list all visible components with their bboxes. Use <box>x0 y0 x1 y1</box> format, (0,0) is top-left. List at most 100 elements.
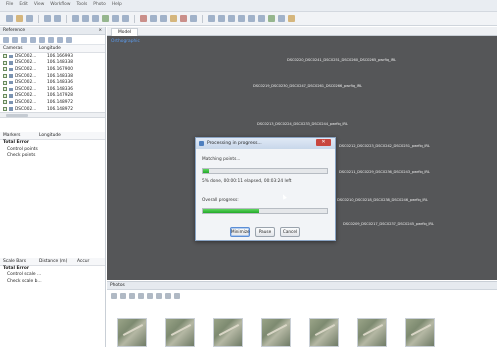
pause-button[interactable]: Pause <box>255 227 275 237</box>
table-row[interactable]: DSC002... 106.148338 <box>0 73 105 80</box>
filter-icon[interactable] <box>165 293 171 299</box>
camera-label[interactable]: DSC0212_DSC0223_DSC0242_DSC0251_pwrfiq_I… <box>339 144 430 148</box>
solid-icon[interactable] <box>248 15 255 22</box>
model-tab-bar: Model <box>107 27 497 36</box>
crop-icon[interactable] <box>140 15 147 22</box>
checkbox[interactable] <box>3 54 7 59</box>
checkbox[interactable] <box>3 107 7 112</box>
circle-select-icon[interactable] <box>92 15 99 22</box>
column-longitude[interactable]: Longitude <box>36 46 61 51</box>
column-cameras[interactable]: Cameras <box>0 46 36 51</box>
rotate-left-icon[interactable] <box>138 293 144 299</box>
add-photo-icon[interactable] <box>111 293 117 299</box>
photo-thumbnail[interactable] <box>261 318 291 347</box>
column-markers[interactable]: Markers <box>0 133 36 138</box>
remove-icon[interactable] <box>129 293 135 299</box>
camera-label[interactable]: DSC0210_DSC0218_DSC0238_DSC0246_pwrfiq_I… <box>337 198 428 202</box>
checkbox[interactable] <box>3 87 7 92</box>
view-source-icon[interactable] <box>48 36 54 43</box>
list-item[interactable]: Check points <box>0 153 105 160</box>
menu-photo[interactable]: Photo <box>93 2 106 7</box>
toolbar-divider <box>134 14 135 23</box>
photo-thumbnail[interactable] <box>357 318 387 347</box>
open-icon[interactable] <box>16 15 23 22</box>
checkbox[interactable] <box>3 100 7 105</box>
menu-file[interactable]: File <box>6 2 13 7</box>
select-icon[interactable] <box>72 15 79 22</box>
camera-label[interactable]: DSC0209_DSC0217_DSC0237_DSC0245_pwrfiq_I… <box>343 222 434 226</box>
export-icon[interactable] <box>12 36 18 43</box>
menu-edit[interactable]: Edit <box>19 2 28 7</box>
horizontal-scrollbar[interactable] <box>0 112 105 119</box>
column-accuracy[interactable]: Accur <box>74 259 89 264</box>
convert-icon[interactable] <box>21 36 27 43</box>
textured-icon[interactable] <box>258 15 265 22</box>
cameras-icon[interactable] <box>268 15 275 22</box>
checkbox[interactable] <box>3 60 7 65</box>
table-row[interactable]: DSC002... 106.147928 <box>0 93 105 100</box>
save-icon[interactable] <box>26 15 33 22</box>
column-longitude[interactable]: Longitude <box>36 133 61 138</box>
rotate-icon[interactable] <box>122 15 129 22</box>
camera-label[interactable]: DSC0213_DSC0224_DSC0233_DSC0244_pwrfiq_I… <box>257 122 348 126</box>
menu-workflow[interactable]: Workflow <box>50 2 70 7</box>
navigation-icon[interactable] <box>102 15 109 22</box>
view-options-icon[interactable] <box>174 293 180 299</box>
close-icon[interactable]: × <box>98 28 102 33</box>
rotate-right-icon[interactable] <box>147 293 153 299</box>
pencil-icon[interactable] <box>170 15 177 22</box>
checkbox[interactable] <box>3 74 7 79</box>
rectangle-select-icon[interactable] <box>82 15 89 22</box>
view-side-icon[interactable] <box>228 15 235 22</box>
table-row[interactable]: DSC002... 106.148972 <box>0 99 105 106</box>
dense-cloud-icon[interactable] <box>278 15 285 22</box>
menu-help[interactable]: Help <box>112 2 122 7</box>
cancel-button[interactable]: Cancel <box>280 227 300 237</box>
view-errors-icon[interactable] <box>66 36 72 43</box>
shaded-icon[interactable] <box>238 15 245 22</box>
menu-bar: File Edit View Workflow Tools Photo Help <box>6 2 122 7</box>
menu-tools[interactable]: Tools <box>76 2 87 7</box>
table-row[interactable]: DSC002... 106.148336 <box>0 79 105 86</box>
list-item[interactable]: Check scale b... <box>0 279 105 286</box>
photo-thumbnail[interactable] <box>213 318 243 347</box>
move-icon[interactable] <box>112 15 119 22</box>
zoom-in-icon[interactable] <box>150 15 157 22</box>
camera-label[interactable]: DSC0220_DSC0241_DSC0251_DSC0260_DSC0265_… <box>287 58 396 62</box>
details-icon[interactable] <box>156 293 162 299</box>
view-front-icon[interactable] <box>218 15 225 22</box>
photo-thumbnail[interactable] <box>405 318 435 347</box>
view-top-icon[interactable] <box>208 15 215 22</box>
table-row[interactable]: DSC002... 106.148338 <box>0 60 105 67</box>
checkbox[interactable] <box>3 93 7 98</box>
camera-label[interactable]: DSC0211_DSC0229_DSC0236_DSC0243_pwrfiq_I… <box>339 170 430 174</box>
update-icon[interactable] <box>39 36 45 43</box>
table-row[interactable]: DSC002... 106.148336 <box>0 86 105 93</box>
undo-icon[interactable] <box>44 15 51 22</box>
checkbox[interactable] <box>3 67 7 72</box>
checkbox[interactable] <box>3 80 7 85</box>
enable-icon[interactable] <box>120 293 126 299</box>
column-scale-bars[interactable]: Scale Bars <box>0 259 36 264</box>
column-distance[interactable]: Distance (m) <box>36 259 74 264</box>
view-estimated-icon[interactable] <box>57 36 63 43</box>
tab-model[interactable]: Model <box>111 28 139 36</box>
photo-thumbnail[interactable] <box>309 318 339 347</box>
redo-icon[interactable] <box>54 15 61 22</box>
settings-icon[interactable] <box>30 36 36 43</box>
import-icon[interactable] <box>3 36 9 43</box>
markers-icon[interactable] <box>288 15 295 22</box>
table-row[interactable]: DSC002... 106.148972 <box>0 106 105 113</box>
table-row[interactable]: DSC002... 106.166993 <box>0 53 105 60</box>
delete-icon[interactable] <box>180 15 187 22</box>
zoom-out-icon[interactable] <box>160 15 167 22</box>
close-button[interactable]: ✕ <box>316 139 331 146</box>
camera-label[interactable]: DSC0219_DSC0230_DSC0247_DSC0261_DSC0266_… <box>253 84 362 88</box>
new-icon[interactable] <box>6 15 13 22</box>
photo-thumbnail[interactable] <box>165 318 195 347</box>
photo-thumbnail[interactable] <box>117 318 147 347</box>
minimize-button[interactable]: Minimize <box>230 227 250 237</box>
grid-icon[interactable] <box>190 15 197 22</box>
menu-view[interactable]: View <box>34 2 44 7</box>
table-row[interactable]: DSC002... 106.167900 <box>0 66 105 73</box>
